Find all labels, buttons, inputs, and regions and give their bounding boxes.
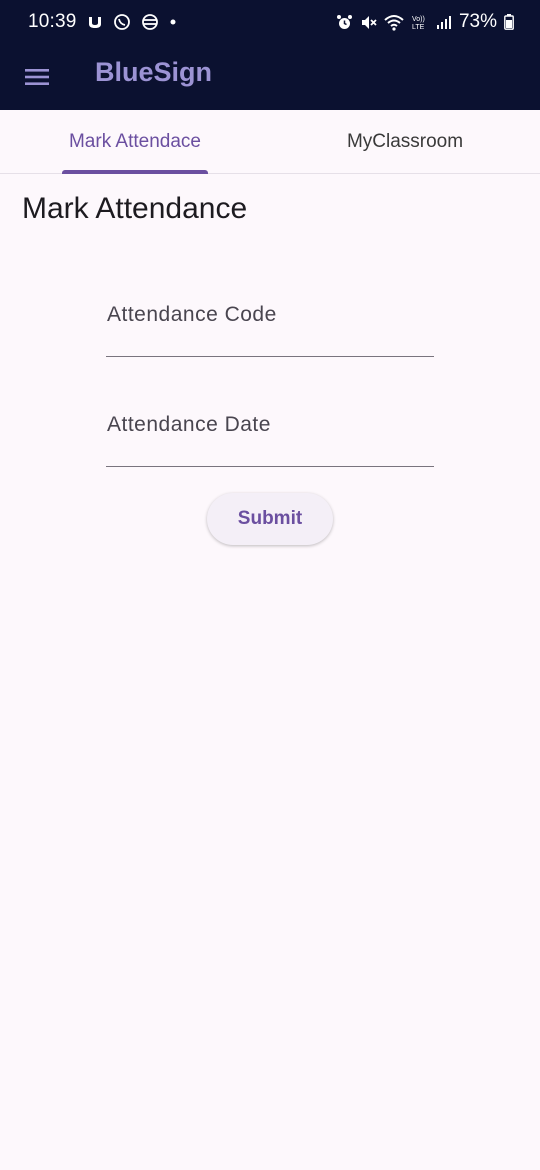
battery-percentage: 73% (458, 11, 497, 32)
svg-text:Vo)): Vo)) (412, 16, 425, 23)
attendance-date-label: Attendance Date (107, 413, 271, 436)
app-title: BlueSign (95, 57, 213, 87)
submit-button[interactable]: Submit (207, 493, 333, 545)
attendance-date-field[interactable]: Attendance Date (106, 397, 434, 467)
status-bar-right: Vo)) LTE 73% (336, 11, 514, 33)
browser-icon (141, 13, 159, 31)
status-bar-left: 10:39 (28, 11, 177, 33)
dot-icon (169, 18, 177, 26)
volte-icon: Vo)) LTE (411, 13, 429, 31)
tab-my-classroom[interactable]: MyClassroom (270, 110, 540, 173)
mark-attendance-screen: 10:39 Vo)) LTE 73% BlueSign Mark Attenda… (0, 0, 540, 1170)
hamburger-menu-icon (25, 69, 49, 85)
tab-bar: Mark Attendace MyClassroom (0, 110, 540, 174)
notification-app-icon (87, 14, 103, 30)
signal-icon (436, 14, 452, 30)
tab-label: MyClassroom (346, 130, 464, 152)
hamburger-menu-button[interactable] (22, 62, 52, 92)
battery-icon (504, 14, 514, 30)
whatsapp-icon (113, 13, 131, 31)
active-tab-indicator (62, 170, 208, 174)
alarm-icon (336, 14, 353, 31)
tab-label: Mark Attendace (68, 130, 202, 152)
svg-text:LTE: LTE (412, 24, 425, 31)
wifi-icon (384, 14, 404, 31)
attendance-code-label: Attendance Code (107, 303, 277, 326)
app-bar: BlueSign (0, 44, 540, 110)
attendance-code-underline (106, 356, 434, 357)
attendance-date-underline (106, 466, 434, 467)
mute-icon (360, 14, 377, 31)
status-time: 10:39 (28, 11, 77, 32)
submit-button-label: Submit (237, 508, 303, 529)
attendance-code-field[interactable]: Attendance Code (106, 287, 434, 357)
page-title: Mark Attendance (22, 192, 248, 225)
tab-mark-attendance[interactable]: Mark Attendace (0, 110, 270, 173)
status-bar: 10:39 Vo)) LTE 73% (0, 0, 540, 44)
